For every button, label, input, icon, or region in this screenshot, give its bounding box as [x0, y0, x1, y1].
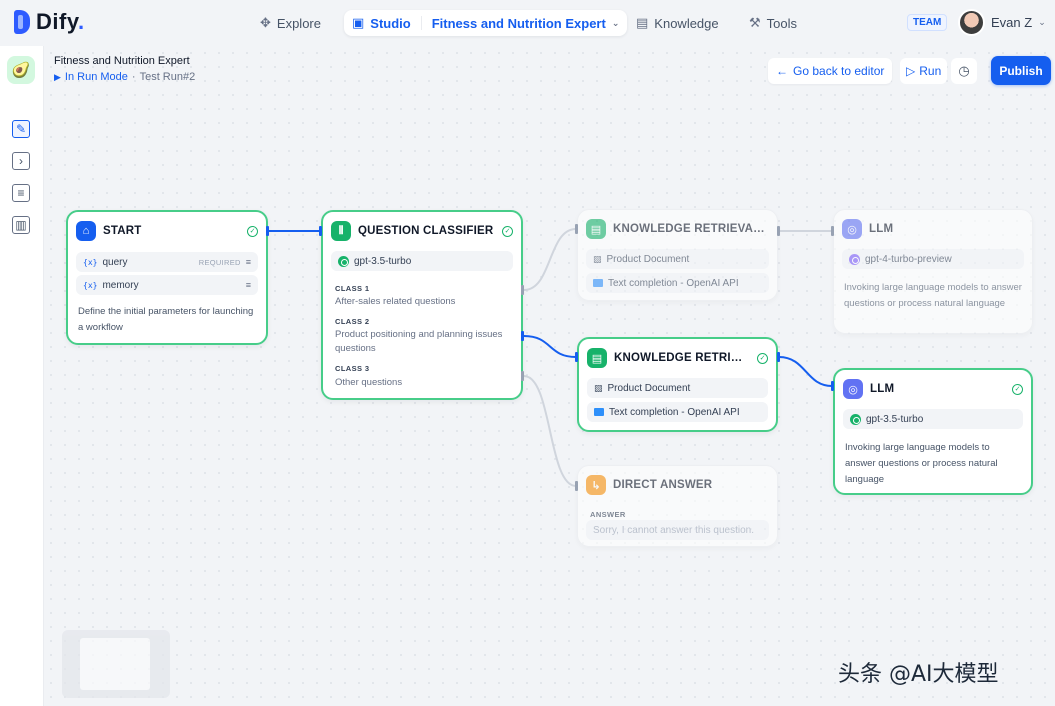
llm2-model: gpt-3.5-turbo [843, 409, 1023, 429]
llm2-input-handle[interactable] [831, 381, 834, 391]
success-check-icon: ✓ [502, 225, 513, 237]
document-icon: ▧ [594, 382, 603, 393]
studio-label: Studio [370, 15, 411, 31]
class-2-text: Product positioning and planning issues … [335, 329, 503, 354]
top-bar: Dify. ✥ Explore ▣ Studio Fitness and Nut… [0, 0, 1055, 46]
openai-icon [850, 413, 861, 425]
workflow-title: Fitness and Nutrition Expert [54, 55, 190, 67]
logs-icon[interactable]: ≡ [12, 184, 30, 202]
kr1-dataset: ▧ Product Document [586, 249, 769, 269]
knowledge-retrieval-1-node[interactable]: ▤ KNOWLEDGE RETRIEVAL 1 ▧ Product Docume… [577, 209, 778, 301]
class-3-handle[interactable] [521, 371, 524, 381]
kr1-input-handle[interactable] [575, 224, 578, 234]
success-check-icon: ✓ [247, 225, 258, 237]
openai-icon [849, 253, 860, 265]
toolbox-icon: ⚒ [749, 15, 761, 30]
studio-icon: ▣ [352, 15, 365, 30]
openai-icon [338, 255, 349, 267]
kr2-input-handle[interactable] [575, 352, 578, 362]
left-rail: 🥑 ✎ › ≡ ▥ [0, 46, 44, 706]
answer-text: Sorry, I cannot answer this question. [586, 520, 769, 540]
terminal-icon[interactable]: › [12, 152, 30, 170]
run-mode-indicator: ▶ In Run Mode · Test Run#2 [54, 71, 196, 83]
required-badge: REQUIRED [198, 257, 241, 267]
user-menu[interactable]: Evan Z ⌄ [958, 9, 1046, 36]
dify-logo[interactable]: Dify. [14, 9, 85, 35]
history-icon[interactable]: ◷ [951, 58, 977, 84]
team-badge: TEAM [907, 14, 948, 31]
llm-2-node[interactable]: ◎ LLM ✓ gpt-3.5-turbo Invoking large lan… [833, 368, 1033, 495]
explore-icon: ✥ [260, 15, 271, 30]
folder-icon [593, 279, 603, 287]
llm1-description: Invoking large language models to answer… [844, 282, 1022, 309]
start-var-memory[interactable]: {x} memory ≡ [76, 275, 258, 295]
publish-button[interactable]: Publish [991, 56, 1051, 85]
llm-icon: ◎ [843, 379, 863, 399]
class-3-text: Other questions [335, 377, 403, 388]
folder-icon [594, 408, 604, 416]
llm1-input-handle[interactable] [831, 226, 834, 236]
book-icon: ▤ [636, 15, 649, 30]
app-avatar-icon[interactable]: 🥑 [7, 56, 35, 84]
run-name: Test Run#2 [139, 71, 196, 83]
avatar[interactable] [958, 9, 985, 36]
start-var-query[interactable]: {x} query REQUIRED ≡ [76, 252, 258, 272]
book-icon: ▤ [586, 219, 606, 239]
chevron-down-icon[interactable]: ⌄ [612, 18, 620, 29]
minimap-viewport[interactable] [80, 638, 150, 690]
minimap[interactable] [62, 630, 170, 698]
nav-studio[interactable]: ▣ Studio Fitness and Nutrition Expert ⌄ [344, 10, 628, 36]
question-classifier-node[interactable]: ⫴ QUESTION CLASSIFIER ✓ gpt-3.5-turbo CL… [321, 210, 523, 400]
success-check-icon: ✓ [757, 352, 768, 364]
llm-1-node[interactable]: ◎ LLM gpt-4-turbo-preview Invoking large… [833, 209, 1033, 334]
kr1-output-handle[interactable] [777, 226, 780, 236]
run-button[interactable]: ▷ Run [900, 58, 948, 84]
classifier-model: gpt-3.5-turbo [331, 251, 513, 271]
play-icon: ▷ [906, 64, 916, 78]
arrow-left-icon: ← [776, 64, 788, 78]
kr2-output-handle[interactable] [777, 352, 780, 362]
class-2-handle[interactable] [521, 331, 524, 341]
class-1-handle[interactable] [521, 285, 524, 295]
monitoring-icon[interactable]: ▥ [12, 216, 30, 234]
direct-answer-node[interactable]: ↳ DIRECT ANSWER ANSWER Sorry, I cannot a… [577, 465, 778, 547]
classifier-icon: ⫴ [331, 221, 351, 241]
start-node[interactable]: ⌂ START ✓ {x} query REQUIRED ≡ {x} memor… [66, 210, 268, 345]
home-icon: ⌂ [76, 221, 96, 241]
orchestrate-icon[interactable]: ✎ [12, 120, 30, 138]
nav-knowledge[interactable]: ▤ Knowledge [628, 10, 727, 36]
go-back-button[interactable]: ← Go back to editor [768, 58, 893, 84]
llm1-model: gpt-4-turbo-preview [842, 249, 1024, 269]
watermark: 头条 @AI大模型 [838, 662, 999, 687]
dify-logo-icon [14, 10, 30, 34]
text-lines-icon: ≡ [245, 257, 251, 267]
text-lines-icon: ≡ [245, 280, 251, 290]
document-icon: ▧ [593, 253, 602, 264]
kr2-mode: Text completion - OpenAI API [587, 402, 768, 422]
classifier-input-handle[interactable] [319, 226, 322, 236]
success-check-icon: ✓ [1012, 383, 1023, 395]
knowledge-retrieval-2-node[interactable]: ▤ KNOWLEDGE RETRIEVA... ✓ ▧ Product Docu… [577, 337, 778, 432]
nav-tools[interactable]: ⚒ Tools [741, 10, 805, 36]
start-description: Define the initial parameters for launch… [78, 306, 254, 333]
llm2-description: Invoking large language models to answer… [845, 442, 998, 485]
start-output-handle[interactable] [266, 226, 269, 236]
app-switcher[interactable]: Fitness and Nutrition Expert [432, 16, 606, 31]
class-1-text: After-sales related questions [335, 296, 456, 307]
brand-name: Dify [36, 9, 78, 34]
answer-icon: ↳ [586, 475, 606, 495]
play-icon: ▶ [54, 71, 61, 82]
book-icon: ▤ [587, 348, 607, 368]
chevron-down-icon: ⌄ [1038, 17, 1046, 27]
kr2-dataset: ▧ Product Document [587, 378, 768, 398]
kr1-mode: Text completion - OpenAI API [586, 273, 769, 293]
nav-explore[interactable]: ✥ Explore [252, 10, 329, 36]
user-name: Evan Z [991, 15, 1033, 30]
answer-input-handle[interactable] [575, 481, 578, 491]
llm-icon: ◎ [842, 219, 862, 239]
